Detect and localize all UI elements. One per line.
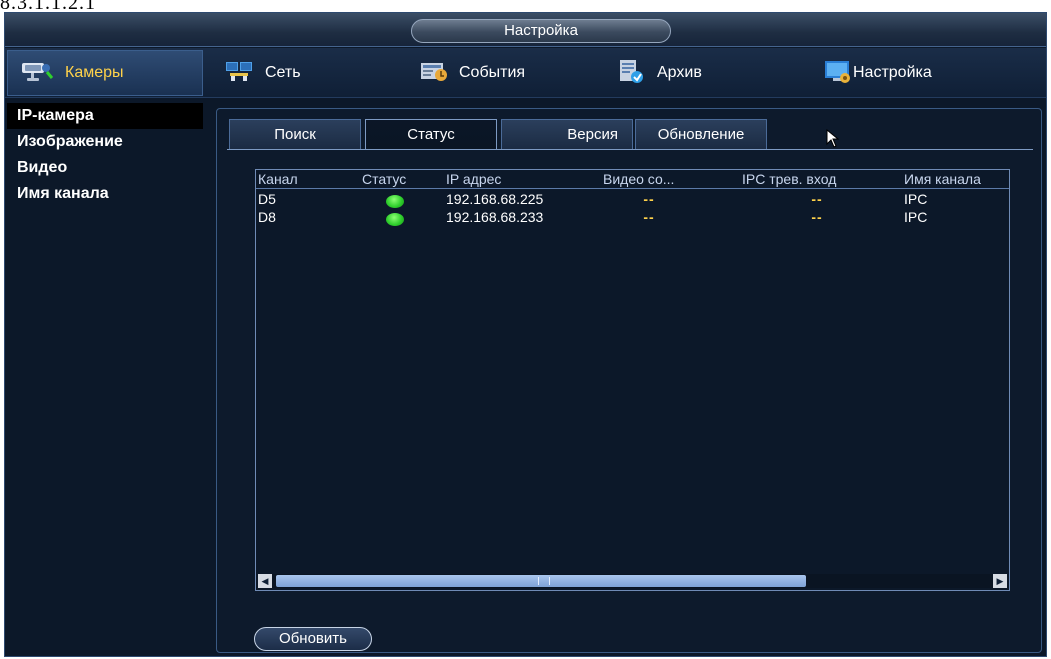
camera-icon (19, 58, 55, 89)
events-icon (419, 59, 449, 88)
row-ip-address: 192.168.68.225 (446, 191, 544, 207)
nav-network[interactable]: Сеть (225, 48, 301, 98)
scrollbar-thumb[interactable] (276, 575, 806, 587)
row-channel-name: IPC (904, 191, 928, 207)
row-channel-name: IPC (904, 209, 928, 225)
nav-settings-label: Настройка (853, 64, 932, 81)
nav-cameras[interactable]: Камеры (19, 48, 124, 98)
row-alarm-input: -- (811, 191, 823, 207)
status-online-icon (386, 194, 404, 208)
ip-camera-status-table: Канал Статус IP адрес Видео со... IPC тр… (255, 169, 1010, 591)
network-icon (225, 59, 255, 88)
row-channel: D8 (258, 209, 276, 225)
window-title: Настройка (411, 19, 671, 43)
nav-network-label: Сеть (265, 64, 301, 81)
column-header-channel[interactable]: Канал (258, 170, 358, 189)
tab-search[interactable]: Поиск (229, 119, 361, 149)
content-panel: Поиск Статус Версия Обновление Канал Ста… (216, 108, 1042, 653)
column-header-ip-address[interactable]: IP адрес (446, 170, 596, 189)
nav-archive[interactable]: Архив (617, 48, 702, 98)
nav-events[interactable]: События (419, 48, 525, 98)
tab-update[interactable]: Обновление (635, 119, 767, 149)
table-header: Канал Статус IP адрес Видео со... IPC тр… (256, 170, 1009, 189)
main-nav: Камеры Сеть События Архив Настройка (5, 48, 1046, 98)
tab-divider (227, 149, 1033, 150)
row-video: -- (643, 209, 655, 225)
column-header-channel-name[interactable]: Имя канала (904, 170, 1009, 189)
table-row[interactable]: D8 192.168.68.233 -- -- IPC (256, 208, 1009, 226)
sidebar-item-ip-camera[interactable]: IP-камера (7, 103, 203, 129)
settings-window: Настройка Камеры Сеть События Архив Наст… (4, 12, 1047, 657)
row-video: -- (643, 191, 655, 207)
tab-version[interactable]: Версия (501, 119, 633, 149)
nav-settings[interactable]: Настройка (823, 48, 932, 98)
row-alarm-input: -- (811, 209, 823, 225)
column-header-status[interactable]: Статус (362, 170, 428, 189)
sidebar: IP-камера Изображение Видео Имя канала (7, 103, 203, 653)
column-header-ipc-alarm-input[interactable]: IPC трев. вход (742, 170, 902, 189)
title-bar: Настройка (5, 13, 1046, 47)
row-status (362, 208, 428, 226)
archive-icon (617, 58, 647, 89)
sidebar-item-channel-name[interactable]: Имя канала (7, 181, 203, 207)
mouse-cursor-icon (826, 129, 840, 148)
row-channel: D5 (258, 191, 276, 207)
scroll-right-arrow-icon[interactable]: ▶ (993, 574, 1007, 588)
scrollbar-grip-icon (538, 577, 550, 585)
refresh-button[interactable]: Обновить (254, 627, 372, 651)
table-row[interactable]: D5 192.168.68.225 -- -- IPC (256, 190, 1009, 208)
row-ip-address: 192.168.68.233 (446, 209, 544, 225)
sidebar-item-video[interactable]: Видео (7, 155, 203, 181)
sidebar-item-image[interactable]: Изображение (7, 129, 203, 155)
status-online-icon (386, 212, 404, 226)
settings-icon (823, 58, 853, 89)
column-header-video[interactable]: Видео со... (603, 170, 695, 189)
horizontal-scrollbar[interactable]: ◀ ▶ (258, 574, 1007, 588)
scroll-left-arrow-icon[interactable]: ◀ (258, 574, 272, 588)
row-status (362, 190, 428, 208)
nav-cameras-label: Камеры (65, 64, 124, 81)
tab-status[interactable]: Статус (365, 119, 497, 149)
document-section-number: 8.3.1.1.2.1 (0, 0, 96, 14)
nav-archive-label: Архив (657, 64, 702, 81)
nav-events-label: События (459, 64, 526, 81)
